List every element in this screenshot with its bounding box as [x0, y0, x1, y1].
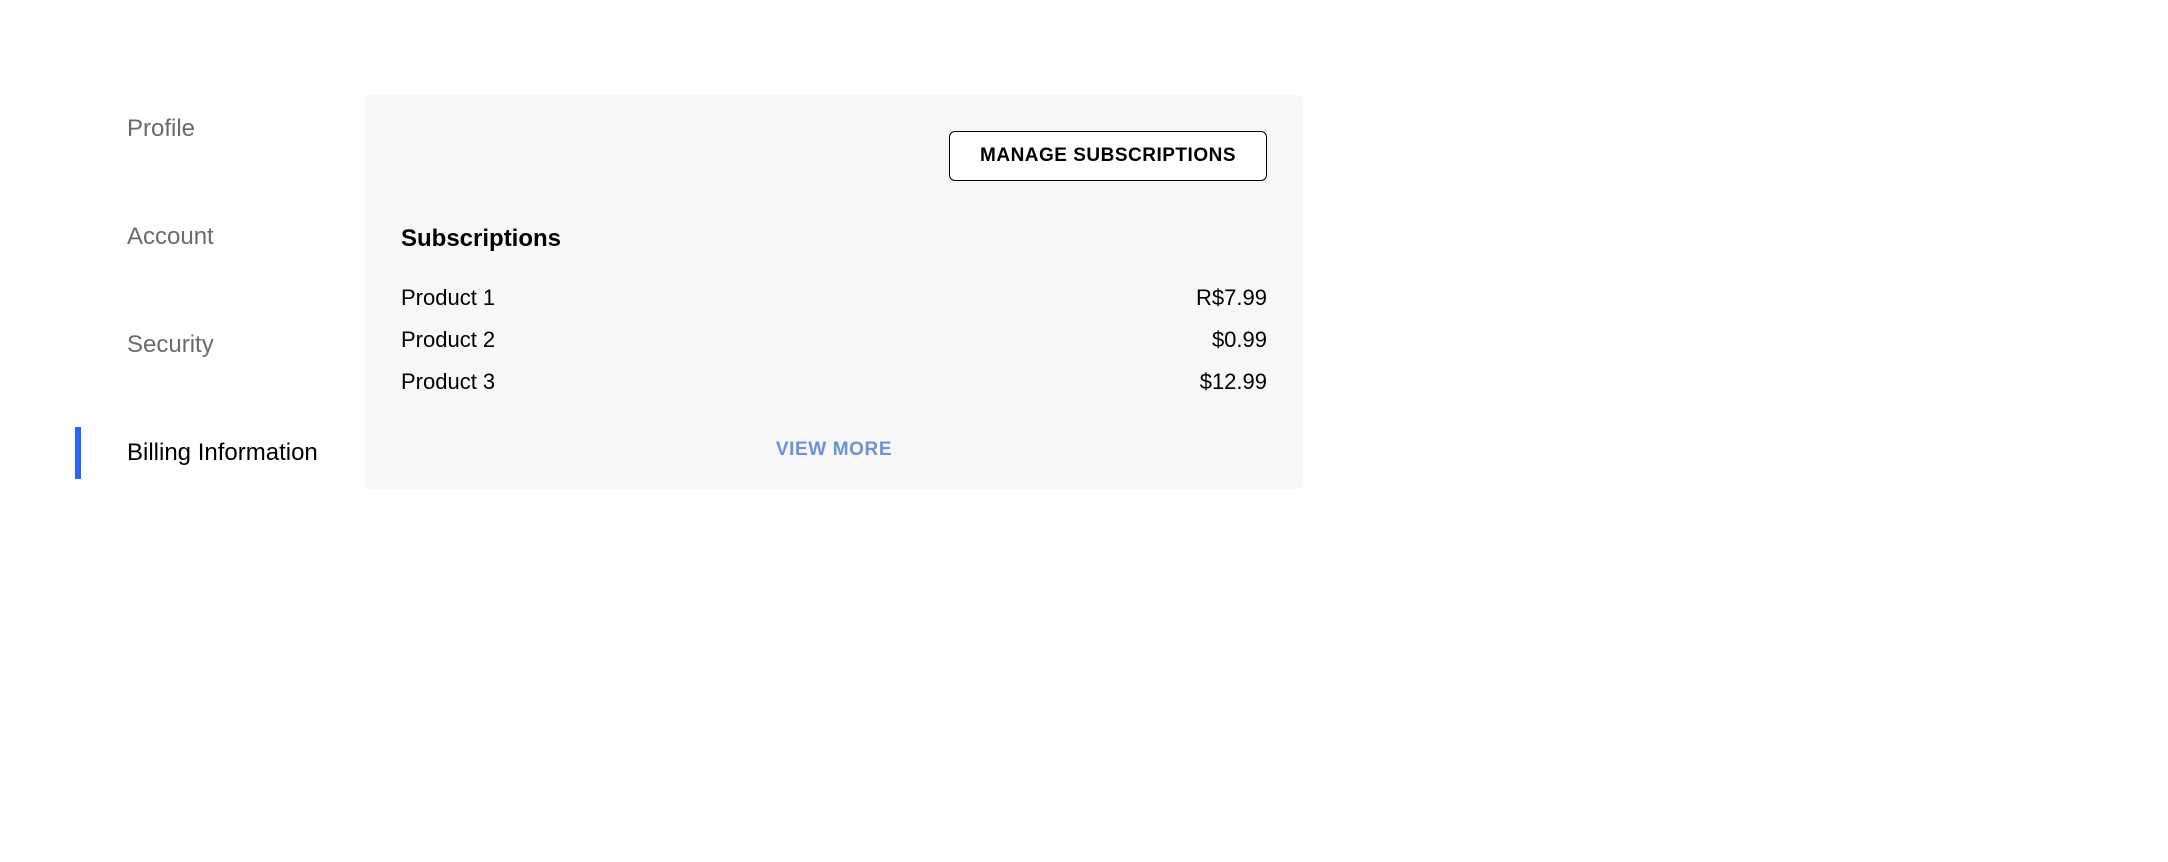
sidebar-item-label: Profile [127, 115, 195, 142]
sidebar-item-security[interactable]: Security [75, 311, 365, 379]
product-name: Product 2 [401, 327, 495, 353]
sidebar-item-label: Billing Information [127, 439, 318, 466]
sidebar-item-billing-information[interactable]: Billing Information [75, 419, 365, 487]
manage-subscriptions-button[interactable]: MANAGE SUBSCRIPTIONS [949, 131, 1267, 181]
product-name: Product 3 [401, 369, 495, 395]
product-row: Product 2 $0.99 [401, 319, 1267, 361]
product-row: Product 3 $12.99 [401, 361, 1267, 403]
sidebar: Profile Account Security Billing Informa… [75, 95, 365, 527]
card-header-row: MANAGE SUBSCRIPTIONS [401, 131, 1267, 181]
main-content: MANAGE SUBSCRIPTIONS Subscriptions Produ… [365, 95, 1303, 527]
section-title: Subscriptions [401, 225, 1267, 253]
view-more-row: VIEW MORE [401, 439, 1267, 461]
subscriptions-card: MANAGE SUBSCRIPTIONS Subscriptions Produ… [365, 95, 1303, 489]
product-price: $12.99 [1200, 369, 1267, 395]
product-row: Product 1 R$7.99 [401, 277, 1267, 319]
sidebar-item-label: Account [127, 223, 214, 250]
product-price: R$7.99 [1196, 285, 1267, 311]
sidebar-item-account[interactable]: Account [75, 203, 365, 271]
view-more-button[interactable]: VIEW MORE [776, 439, 892, 461]
product-name: Product 1 [401, 285, 495, 311]
sidebar-item-label: Security [127, 331, 214, 358]
sidebar-item-profile[interactable]: Profile [75, 95, 365, 163]
product-price: $0.99 [1212, 327, 1267, 353]
product-list: Product 1 R$7.99 Product 2 $0.99 Product… [401, 277, 1267, 403]
